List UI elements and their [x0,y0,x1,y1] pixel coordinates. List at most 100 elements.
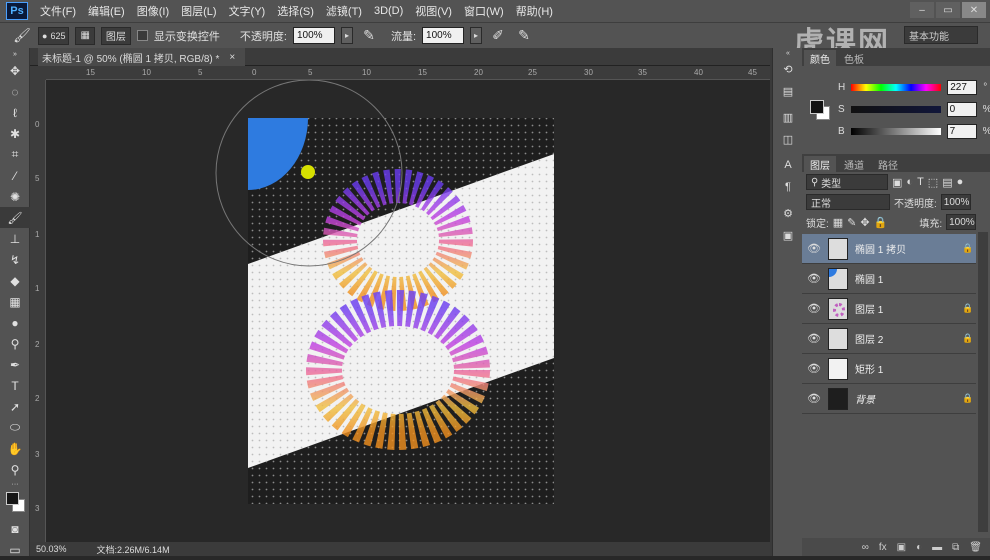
pen-tool-icon[interactable]: ✒ [0,354,30,375]
lock-position-icon[interactable]: ✥ [860,216,869,229]
brush-tool-icon[interactable]: 🖌 [0,207,30,228]
close-button[interactable]: ✕ [962,2,986,18]
zoom-tool-icon[interactable]: ⚲ [0,459,30,480]
menu-type[interactable]: 文字(Y) [223,3,272,19]
character-panel-icon[interactable]: A [773,154,803,176]
visibility-eye-icon[interactable]: 👁 [802,302,826,315]
more-tools-icon[interactable]: ··· [0,480,30,488]
layer-row[interactable]: 👁 矩形 1 [802,354,976,384]
blend-mode-select[interactable]: 正常 [806,194,890,210]
history-brush-icon[interactable]: ↯ [0,249,30,270]
filter-pixel-icon[interactable]: ▣ [892,176,902,189]
new-group-icon[interactable]: ▬ [932,542,942,553]
clone-source-icon[interactable]: ▣ [773,224,803,246]
minimize-button[interactable]: – [910,2,934,18]
tab-color[interactable]: 颜色 [804,50,836,66]
quick-mask-icon[interactable]: ◙ [0,518,30,539]
tab-paths[interactable]: 路径 [872,156,904,172]
healing-brush-icon[interactable]: ✺ [0,186,30,207]
show-transform-checkbox[interactable] [136,30,148,41]
type-tool-icon[interactable]: T [0,375,30,396]
eyedropper-icon[interactable]: ⁄ [0,165,30,186]
saturation-slider[interactable] [850,106,941,113]
add-mask-icon[interactable]: ▣ [897,542,906,553]
eraser-icon[interactable]: ◆ [0,270,30,291]
workspace-select[interactable]: 基本功能 [904,26,978,44]
menu-filter[interactable]: 滤镜(T) [320,3,368,19]
opacity-dropdown-icon[interactable]: ▸ [340,27,353,44]
brush-panel-icon[interactable]: ⚙ [773,202,803,224]
brush-panel-toggle[interactable]: ▦ [75,26,95,45]
airbrush-icon[interactable]: ✐ [488,26,508,46]
lasso-tool-icon[interactable]: ℓ [0,102,30,123]
layer-row[interactable]: 👁 椭圆 1 [802,264,976,294]
filter-toggle-icon[interactable]: ● [957,176,964,188]
tab-layers[interactable]: 图层 [804,156,836,172]
properties-panel-icon[interactable]: ▤ [773,80,803,102]
menu-3d[interactable]: 3D(D) [368,5,409,17]
move-tool-icon[interactable]: ✥ [0,60,30,81]
tab-close-icon[interactable]: × [229,52,235,63]
brightness-slider[interactable] [850,128,941,135]
brush-preset-icon[interactable]: 🖌 [12,26,32,46]
filter-adjust-icon[interactable]: ◐ [906,176,913,188]
maximize-button[interactable]: ▭ [936,2,960,18]
layer-row[interactable]: 👁 图层 1 🔒 [802,294,976,324]
delete-layer-icon[interactable]: 🗑 [969,542,982,553]
dodge-tool-icon[interactable]: ⚲ [0,333,30,354]
new-layer-icon[interactable]: ⧉ [952,542,959,553]
layer-row[interactable]: 👁 图层 2 🔒 [802,324,976,354]
canvas-workspace[interactable] [46,80,770,542]
adjustment-layer-icon[interactable]: ◐ [916,542,922,553]
menu-file[interactable]: 文件(F) [34,3,82,19]
h-value[interactable]: 227 [947,80,978,95]
visibility-eye-icon[interactable]: 👁 [802,272,826,285]
opacity-field[interactable]: 100% [292,27,335,44]
ellipse-tool-icon[interactable]: ⬭ [0,417,30,438]
foreground-color[interactable] [6,492,19,505]
color-swatches[interactable] [0,488,30,518]
visibility-eye-icon[interactable]: 👁 [802,242,826,255]
menu-image[interactable]: 图像(I) [131,3,175,19]
layer-opacity-field[interactable]: 100% [940,194,971,210]
blur-tool-icon[interactable]: ● [0,312,30,333]
filter-smart-icon[interactable]: ▤ [942,176,952,189]
adjust-panel-icon[interactable]: ◫ [773,128,803,150]
visibility-eye-icon[interactable]: 👁 [802,392,826,405]
brush-size-picker[interactable]: ● 625 [38,26,70,45]
visibility-eye-icon[interactable]: 👁 [802,362,826,375]
mode-select[interactable]: 图层 [100,26,131,45]
filter-type-icon[interactable]: T [917,176,924,188]
artwork-canvas[interactable] [46,80,770,542]
tab-swatches[interactable]: 色板 [838,50,870,66]
gradient-tool-icon[interactable]: ▦ [0,291,30,312]
visibility-eye-icon[interactable]: 👁 [802,332,826,345]
magic-wand-icon[interactable]: ✱ [0,123,30,144]
flow-field[interactable]: 100% [422,27,465,44]
pressure-opacity-icon[interactable]: ✎ [359,26,379,46]
layers-scrollbar[interactable] [978,232,988,532]
doc-info[interactable]: 文档:2.26M/6.14M [97,543,170,556]
history-panel-icon[interactable]: ⟲ [773,58,803,80]
crop-tool-icon[interactable]: ⌗ [0,144,30,165]
fill-field[interactable]: 100% [946,214,977,230]
menu-window[interactable]: 窗口(W) [458,3,510,19]
horizontal-ruler[interactable]: 15 10 5 0 5 10 15 20 25 30 35 40 45 [46,66,770,80]
ruler-origin[interactable] [30,66,46,80]
path-select-icon[interactable]: ➚ [0,396,30,417]
marquee-tool-icon[interactable]: ◌ [0,81,30,102]
menu-layer[interactable]: 图层(L) [175,3,222,19]
menu-help[interactable]: 帮助(H) [510,3,559,19]
vertical-ruler[interactable]: 0 5 1 1 2 2 3 3 [30,80,46,542]
color-fg-swatch[interactable] [810,100,824,114]
flow-dropdown-icon[interactable]: ▸ [470,27,483,44]
tab-channels[interactable]: 通道 [838,156,870,172]
strip-collapse-icon[interactable]: « [773,48,803,58]
swatches-panel-icon[interactable]: ▥ [773,106,803,128]
clone-stamp-icon[interactable]: ⊥ [0,228,30,249]
hand-tool-icon[interactable]: ✋ [0,438,30,459]
lock-pixels-icon[interactable]: ✎ [847,216,856,229]
menu-edit[interactable]: 编辑(E) [82,3,131,19]
menu-view[interactable]: 视图(V) [409,3,458,19]
s-value[interactable]: 0 [946,102,977,117]
